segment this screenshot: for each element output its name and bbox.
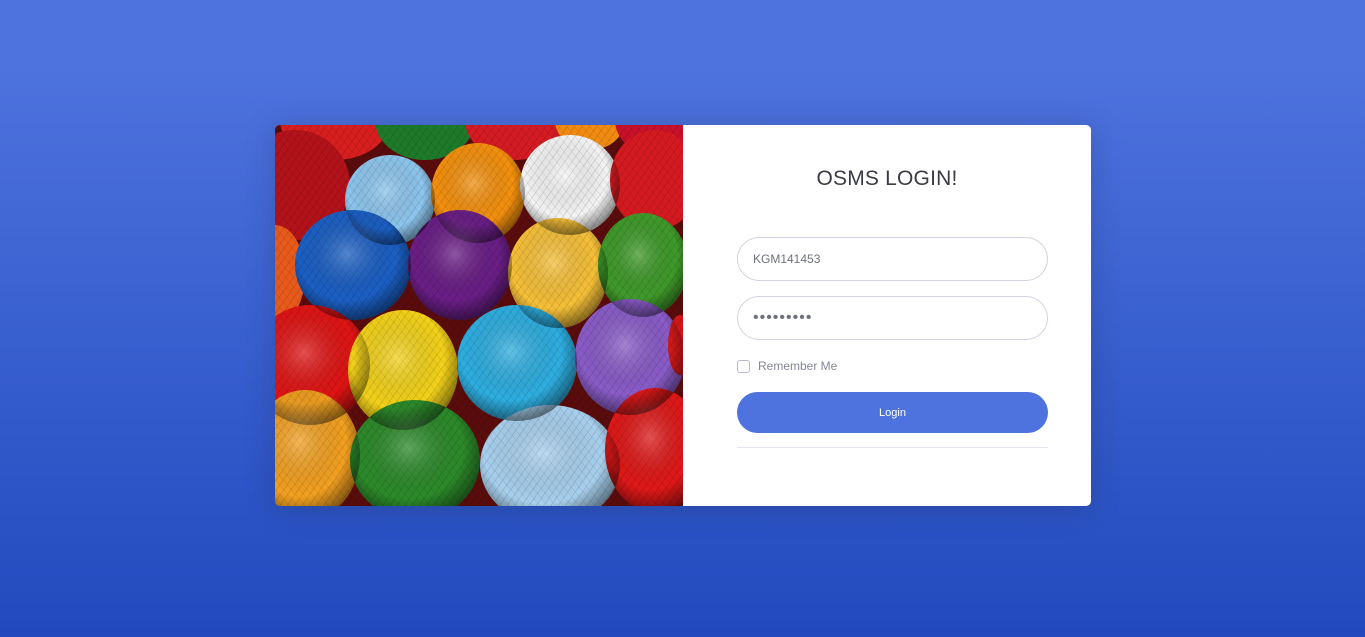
divider — [737, 447, 1048, 448]
login-button[interactable]: Login — [737, 392, 1048, 433]
password-input[interactable] — [737, 296, 1048, 340]
login-card: OSMS LOGIN! Remember Me Login — [275, 125, 1091, 506]
username-input[interactable] — [737, 237, 1048, 281]
remember-me[interactable]: Remember Me — [737, 359, 837, 373]
yarn-balls-image — [275, 125, 683, 506]
remember-me-checkbox[interactable] — [737, 359, 750, 373]
login-form: OSMS LOGIN! Remember Me Login — [683, 125, 1091, 506]
page-title: OSMS LOGIN! — [816, 167, 958, 190]
remember-me-label: Remember Me — [758, 359, 838, 373]
